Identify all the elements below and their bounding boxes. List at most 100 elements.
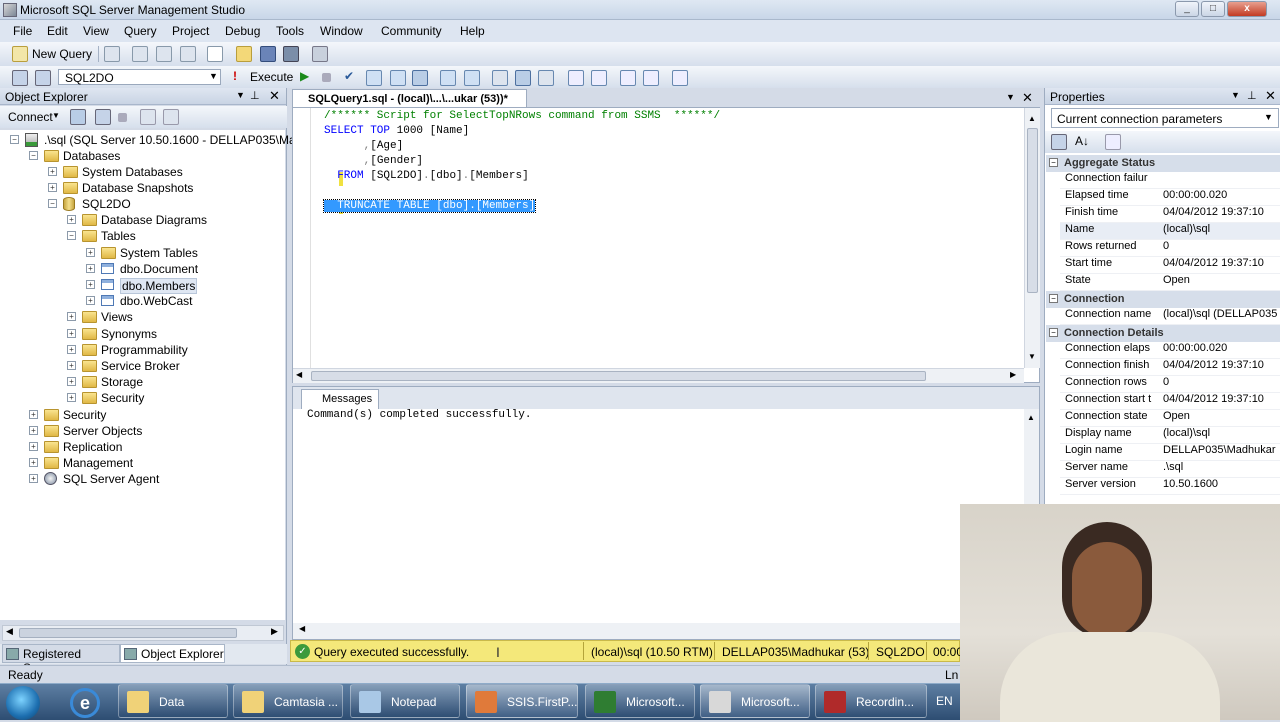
parse-icon[interactable]: ✔ bbox=[344, 69, 354, 83]
tree-node[interactable]: + dbo.WebCast bbox=[0, 293, 285, 309]
taskbar-item-ssms[interactable]: Microsoft... bbox=[700, 684, 810, 718]
maximize-button[interactable]: □ bbox=[1201, 1, 1225, 17]
expand-icon[interactable]: + bbox=[29, 442, 38, 451]
collapse-icon[interactable]: − bbox=[29, 151, 38, 160]
scroll-left-icon[interactable]: ◀ bbox=[6, 626, 13, 637]
editor-vertical-scrollbar[interactable]: ▲ ▼ bbox=[1024, 108, 1040, 368]
pin-icon[interactable]: ⊥ bbox=[250, 89, 260, 102]
scroll-up-icon[interactable]: ▲ bbox=[1028, 114, 1036, 123]
property-category[interactable]: − Aggregate Status bbox=[1046, 155, 1280, 172]
sql-editor[interactable]: /****** Script for SelectTopNRows comman… bbox=[292, 107, 1040, 383]
code-line[interactable]: TRUNCATE TABLE [dbo].[Members] bbox=[322, 199, 537, 213]
alphabetical-icon[interactable]: A↓ bbox=[1075, 134, 1089, 148]
database-select[interactable]: SQL2DO ▼ bbox=[58, 69, 221, 85]
results-to-grid-icon[interactable] bbox=[412, 70, 428, 86]
xmla-query-icon[interactable] bbox=[180, 46, 196, 62]
vertical-scrollbar-thumb[interactable] bbox=[1027, 128, 1038, 293]
expand-icon[interactable]: + bbox=[29, 410, 38, 419]
connect-button[interactable]: Connect bbox=[8, 110, 53, 124]
property-row[interactable]: Connection finish 04/04/2012 19:37:10 bbox=[1060, 359, 1280, 376]
property-row[interactable]: Elapsed time 00:00:00.020 bbox=[1060, 189, 1280, 206]
editor-tab[interactable]: SQLQuery1.sql - (local)\...\...ukar (53)… bbox=[292, 89, 527, 108]
menu-window[interactable]: Window bbox=[320, 24, 363, 38]
editor-scroll-left-icon[interactable]: ◀ bbox=[296, 370, 302, 379]
expand-icon[interactable]: + bbox=[29, 458, 38, 467]
decrease-indent-icon[interactable] bbox=[620, 70, 636, 86]
new-file-icon[interactable] bbox=[207, 46, 223, 62]
menu-edit[interactable]: Edit bbox=[47, 24, 68, 38]
property-row[interactable]: Finish time 04/04/2012 19:37:10 bbox=[1060, 206, 1280, 223]
collapse-icon[interactable]: − bbox=[10, 135, 19, 144]
categorized-icon[interactable] bbox=[1051, 134, 1067, 150]
taskbar-item-data[interactable]: Data bbox=[118, 684, 228, 718]
refresh-icon[interactable] bbox=[163, 109, 179, 125]
internet-explorer-icon[interactable]: e bbox=[70, 688, 100, 718]
property-row[interactable]: Connection start t 04/04/2012 19:37:10 bbox=[1060, 393, 1280, 410]
tree-node[interactable]: + Security bbox=[0, 390, 285, 406]
close-tab-icon[interactable]: ✕ bbox=[1022, 90, 1033, 106]
tree-node[interactable]: + dbo.Document bbox=[0, 261, 285, 277]
expand-icon[interactable]: + bbox=[86, 264, 95, 273]
tree-node[interactable]: − SQL2DO bbox=[0, 196, 285, 212]
properties-close-icon[interactable]: ✕ bbox=[1265, 88, 1276, 104]
tree-node[interactable]: + Database Diagrams bbox=[0, 212, 285, 228]
uncomment-icon[interactable] bbox=[591, 70, 607, 86]
expand-icon[interactable]: + bbox=[67, 393, 76, 402]
menu-tools[interactable]: Tools bbox=[276, 24, 304, 38]
expand-icon[interactable]: + bbox=[67, 377, 76, 386]
analysis-query-icon[interactable] bbox=[104, 46, 120, 62]
comment-icon[interactable] bbox=[568, 70, 584, 86]
messages-tab[interactable]: Messages bbox=[301, 389, 379, 409]
register-icon[interactable] bbox=[95, 109, 111, 125]
close-button[interactable]: x bbox=[1227, 1, 1267, 17]
property-row[interactable]: Connection failur bbox=[1060, 172, 1280, 189]
collapse-icon[interactable]: − bbox=[1049, 158, 1058, 167]
taskbar-item-excel[interactable]: Microsoft... bbox=[585, 684, 695, 718]
tree-horizontal-scrollbar[interactable]: ◀ ▶ bbox=[2, 625, 284, 641]
connect-dropdown-icon[interactable]: ▼ bbox=[52, 111, 60, 120]
scroll-right-icon[interactable]: ▶ bbox=[271, 626, 278, 637]
expand-icon[interactable]: + bbox=[86, 248, 95, 257]
tree-node[interactable]: + System Databases bbox=[0, 164, 285, 180]
tab-dropdown-icon[interactable]: ▼ bbox=[1006, 92, 1015, 102]
expand-icon[interactable]: + bbox=[67, 345, 76, 354]
scrollbar-thumb[interactable] bbox=[19, 628, 237, 638]
property-row[interactable]: Server version 10.50.1600 bbox=[1060, 478, 1280, 495]
menu-debug[interactable]: Debug bbox=[225, 24, 260, 38]
property-row[interactable]: Connection elaps 00:00:00.020 bbox=[1060, 342, 1280, 359]
expand-icon[interactable]: + bbox=[86, 280, 95, 289]
property-row[interactable]: Rows returned 0 bbox=[1060, 240, 1280, 257]
collapse-icon[interactable]: − bbox=[67, 231, 76, 240]
tree-node[interactable]: + Service Broker bbox=[0, 358, 285, 374]
tab-object-explorer[interactable]: Object Explorer bbox=[120, 644, 225, 663]
tree-node[interactable]: + Security bbox=[0, 407, 285, 423]
expand-icon[interactable]: + bbox=[48, 183, 57, 192]
expand-icon[interactable]: + bbox=[86, 296, 95, 305]
code-line[interactable]: /****** Script for SelectTopNRows comman… bbox=[324, 110, 720, 122]
code-line[interactable]: ,[Age] bbox=[324, 140, 404, 152]
query-designer-icon[interactable] bbox=[390, 70, 406, 86]
tree-node[interactable]: + dbo.Members bbox=[0, 277, 285, 294]
property-row[interactable]: Name (local)\sql bbox=[1060, 223, 1280, 240]
collapse-icon[interactable]: − bbox=[1049, 294, 1058, 303]
properties-dropdown-icon[interactable]: ▼ bbox=[1231, 90, 1240, 100]
menu-view[interactable]: View bbox=[83, 24, 109, 38]
start-button[interactable] bbox=[6, 686, 40, 720]
intellisense-icon[interactable] bbox=[440, 70, 456, 86]
property-category[interactable]: − Connection Details bbox=[1046, 325, 1280, 342]
dmx-query-icon[interactable] bbox=[156, 46, 172, 62]
filter-icon[interactable] bbox=[140, 109, 156, 125]
expand-icon[interactable]: + bbox=[67, 312, 76, 321]
tree-node[interactable]: + Replication bbox=[0, 439, 285, 455]
property-row[interactable]: State Open bbox=[1060, 274, 1280, 291]
menu-file[interactable]: File bbox=[13, 24, 32, 38]
properties-pin-icon[interactable]: ⊥ bbox=[1247, 89, 1257, 102]
taskbar-item-camtasia[interactable]: Camtasia ... bbox=[233, 684, 343, 718]
tree-node[interactable]: + Server Objects bbox=[0, 423, 285, 439]
new-query-button[interactable]: New Query bbox=[32, 47, 92, 61]
increase-indent-icon[interactable] bbox=[643, 70, 659, 86]
taskbar-item-notepad[interactable]: Notepad bbox=[350, 684, 460, 718]
expand-icon[interactable]: + bbox=[29, 426, 38, 435]
results-scroll-up-icon[interactable]: ▲ bbox=[1027, 413, 1035, 422]
tree-node[interactable]: + Database Snapshots bbox=[0, 180, 285, 196]
